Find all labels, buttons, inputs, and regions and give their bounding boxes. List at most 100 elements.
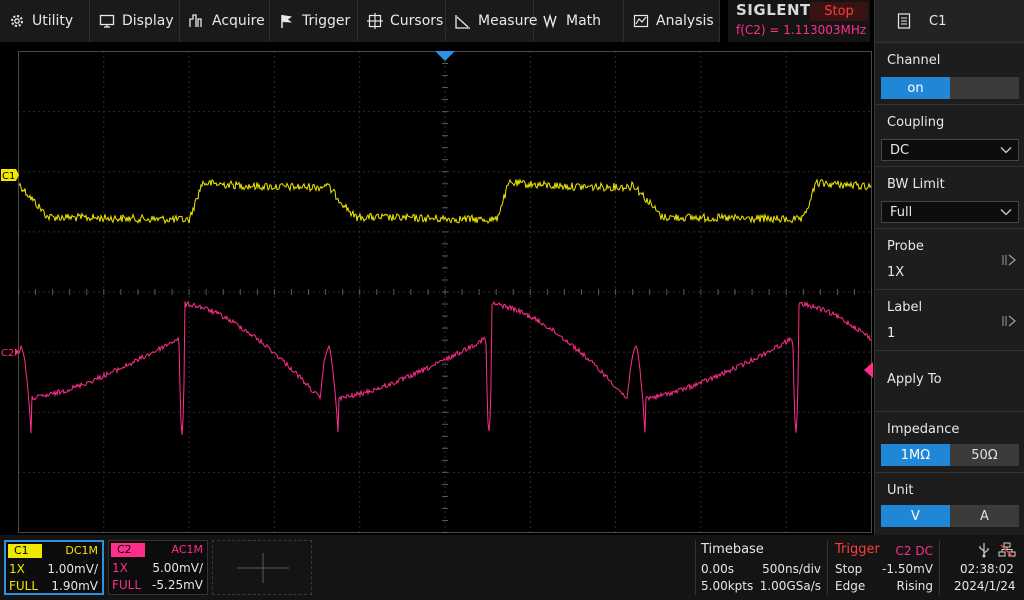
impedance-title: Impedance	[887, 422, 960, 437]
unit-amp-option[interactable]: A	[950, 505, 1019, 527]
clock-time: 02:38:02	[960, 562, 1014, 576]
c1-bandwidth: FULL	[9, 579, 39, 593]
c1-probe: 1X	[9, 562, 25, 576]
brand-logo: SIGLENT	[736, 1, 811, 19]
menu-acquire-label: Acquire	[212, 13, 265, 29]
apply-to-title: Apply To	[887, 372, 942, 387]
waveform-display[interactable]: C1 C2	[0, 42, 874, 535]
bw-limit-dropdown[interactable]: Full	[881, 201, 1019, 223]
trigger-slope: Rising	[896, 579, 933, 593]
apply-to-section[interactable]: Apply To	[875, 351, 1024, 412]
menu-measure[interactable]: Measure	[446, 0, 538, 42]
bw-limit-title: BW Limit	[887, 177, 945, 192]
bw-limit-value: Full	[890, 204, 913, 220]
channel-title: Channel	[887, 53, 941, 68]
plus-icon	[237, 553, 289, 583]
run-state-badge[interactable]: Stop	[810, 2, 868, 21]
add-channel-button[interactable]	[212, 540, 312, 595]
chevron-down-icon	[1000, 147, 1012, 154]
unit-toggle[interactable]: V A	[881, 505, 1019, 527]
trigger-source: C2 DC	[895, 544, 933, 558]
c1-coupling: DC1M	[65, 544, 98, 557]
chevron-down-icon	[1000, 209, 1012, 216]
submenu-arrow-icon	[1002, 254, 1017, 266]
label-title: Label	[887, 300, 923, 315]
probe-section[interactable]: Probe 1X	[875, 229, 1024, 290]
c2-offset: -5.25mV	[152, 578, 203, 592]
channel-off-option[interactable]	[950, 77, 1019, 99]
math-icon	[543, 13, 559, 29]
menu-utility[interactable]: Utility	[0, 0, 90, 42]
timebase-scale: 500ns/div	[762, 562, 821, 576]
unit-volt-option[interactable]: V	[881, 505, 950, 527]
menu-trigger[interactable]: Trigger	[270, 0, 358, 42]
unit-title: Unit	[887, 483, 914, 498]
document-icon	[897, 13, 911, 29]
c2-scale: 5.00mV/	[152, 561, 203, 575]
coupling-value: DC	[890, 142, 910, 158]
trigger-state: Stop	[835, 562, 863, 576]
menu-cursors[interactable]: Cursors	[358, 0, 446, 42]
menu-math[interactable]: Math	[534, 0, 624, 42]
impedance-50ohm-option[interactable]: 50Ω	[950, 444, 1019, 466]
flag-icon	[279, 13, 295, 29]
menu-cursors-label: Cursors	[390, 13, 444, 29]
menu-trigger-label: Trigger	[302, 13, 351, 29]
timebase-memory: 5.00kpts	[701, 579, 754, 593]
channel-on-option[interactable]: on	[881, 77, 950, 99]
trigger-type: Edge	[835, 579, 866, 593]
channel-section: Channel on	[875, 43, 1024, 105]
menu-math-label: Math	[566, 13, 602, 29]
impedance-toggle[interactable]: 1MΩ 50Ω	[881, 444, 1019, 466]
menu-utility-label: Utility	[32, 13, 74, 29]
c1-offset: 1.90mV	[51, 579, 98, 593]
menu-display[interactable]: Display	[90, 0, 180, 42]
status-bar: C1 DC1M 1X 1.00mV/ FULL 1.90mV C2 AC1M 1…	[0, 535, 1024, 600]
c1-marker: C1	[1, 169, 19, 182]
c2-tag: C2	[111, 543, 145, 557]
analysis-icon	[633, 13, 649, 29]
label-value: 1	[887, 326, 896, 341]
probe-title: Probe	[887, 239, 924, 254]
menu-analysis-label: Analysis	[656, 13, 714, 29]
crosshair-icon	[367, 13, 383, 29]
timebase-sample-rate: 1.00GSa/s	[759, 579, 821, 593]
coupling-dropdown[interactable]: DC	[881, 139, 1019, 161]
measure-icon	[455, 13, 471, 29]
c1-scale: 1.00mV/	[47, 562, 98, 576]
timebase-title: Timebase	[701, 542, 764, 557]
c2-probe: 1X	[112, 561, 128, 575]
c2-marker-label: C2	[1, 348, 14, 359]
c1-tag: C1	[8, 544, 42, 558]
brand-area: SIGLENT Stop f(C2) = 1.113003MHz	[728, 0, 870, 42]
menu-analysis[interactable]: Analysis	[624, 0, 720, 42]
probe-value: 1X	[887, 265, 905, 280]
impedance-section: Impedance 1MΩ 50Ω	[875, 412, 1024, 473]
trigger-title: Trigger	[835, 542, 880, 557]
impedance-1mohm-option[interactable]: 1MΩ	[881, 444, 950, 466]
trigger-level: -1.50mV	[882, 562, 933, 576]
label-section[interactable]: Label 1	[875, 290, 1024, 351]
timebase-box[interactable]: Timebase 0.00s 500ns/div 5.00kpts 1.00GS…	[695, 540, 828, 595]
frequency-readout: f(C2) = 1.113003MHz	[736, 23, 867, 37]
coupling-section: Coupling DC	[875, 105, 1024, 167]
monitor-icon	[99, 13, 115, 29]
channel-toggle[interactable]: on	[881, 77, 1019, 99]
c1-marker-label: C1	[2, 171, 15, 182]
panel-header: C1	[875, 0, 1024, 43]
submenu-arrow-icon	[1002, 315, 1017, 327]
menu-display-label: Display	[122, 13, 174, 29]
trigger-box[interactable]: Trigger C2 DC Stop -1.50mV Edge Rising	[830, 540, 940, 595]
unit-section: Unit V A	[875, 473, 1024, 535]
c2-channel-box[interactable]: C2 AC1M 1X 5.00mV/ FULL -5.25mV	[108, 540, 208, 595]
clock-date: 2024/1/24	[954, 579, 1016, 593]
c2-bandwidth: FULL	[112, 578, 142, 592]
c1-channel-box[interactable]: C1 DC1M 1X 1.00mV/ FULL 1.90mV	[4, 540, 104, 595]
panel-title: C1	[929, 13, 947, 29]
channel-settings-panel: C1 Channel on Coupling DC BW Limit Full …	[874, 0, 1024, 535]
menu-bar: Utility Display Acquire Trigger Cursors …	[0, 0, 720, 42]
usb-icon	[979, 543, 989, 558]
coupling-title: Coupling	[887, 115, 945, 130]
menu-acquire[interactable]: Acquire	[180, 0, 270, 42]
gear-icon	[9, 13, 25, 29]
